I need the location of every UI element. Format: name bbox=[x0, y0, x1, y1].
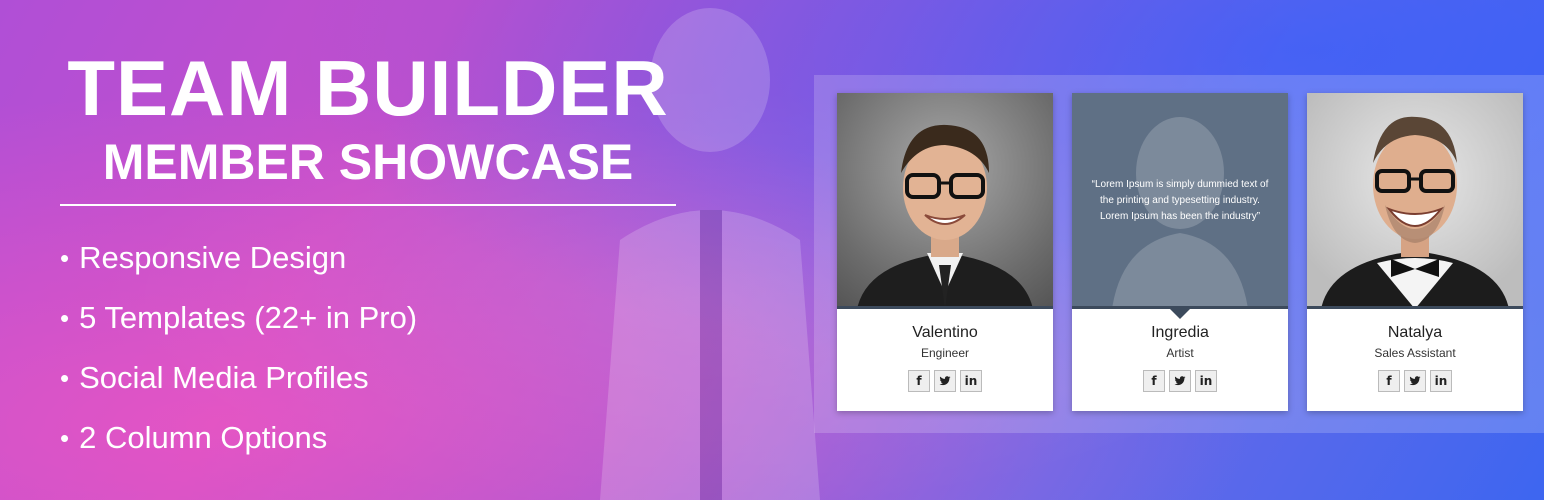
feature-text: Social Media Profiles bbox=[79, 360, 369, 395]
member-photo: “Lorem Ipsum is simply dummied text of t… bbox=[1072, 93, 1288, 309]
member-name: Ingredia bbox=[1151, 324, 1209, 341]
twitter-icon[interactable] bbox=[934, 370, 956, 392]
social-links: f in bbox=[1307, 370, 1523, 392]
feature-text: Responsive Design bbox=[79, 240, 347, 275]
feature-item: • Responsive Design bbox=[60, 228, 680, 288]
hero-divider bbox=[60, 204, 676, 206]
twitter-icon bbox=[1409, 376, 1421, 386]
twitter-icon bbox=[1174, 376, 1186, 386]
quote-pointer bbox=[1170, 309, 1190, 319]
bullet-icon: • bbox=[60, 423, 70, 453]
feature-item: • 5 Templates (22+ in Pro) bbox=[60, 288, 680, 348]
social-links: f in bbox=[837, 370, 1053, 392]
team-member-card: Valentino Engineer f in bbox=[837, 93, 1053, 411]
linkedin-icon[interactable]: in bbox=[1195, 370, 1217, 392]
member-role: Artist bbox=[1166, 346, 1194, 360]
feature-item: • Social Media Profiles bbox=[60, 348, 680, 408]
hero-section: TEAM BUILDER MEMBER SHOWCASE • Responsive… bbox=[60, 48, 680, 468]
bullet-icon: • bbox=[60, 243, 70, 273]
member-name: Valentino bbox=[912, 324, 978, 341]
team-member-card: Natalya Sales Assistant f in bbox=[1307, 93, 1523, 411]
member-portrait-illustration bbox=[857, 124, 1033, 306]
bullet-icon: • bbox=[60, 363, 70, 393]
linkedin-icon[interactable]: in bbox=[1430, 370, 1452, 392]
member-photo bbox=[837, 93, 1053, 309]
twitter-icon[interactable] bbox=[1169, 370, 1191, 392]
team-showcase-panel: Valentino Engineer f in “Lorem Ipsum is … bbox=[814, 75, 1544, 433]
team-member-card: “Lorem Ipsum is simply dummied text of t… bbox=[1072, 93, 1288, 411]
member-role: Engineer bbox=[920, 346, 970, 360]
bullet-icon: • bbox=[60, 303, 70, 333]
twitter-icon bbox=[939, 376, 951, 386]
facebook-icon[interactable]: f bbox=[1378, 370, 1400, 392]
twitter-icon[interactable] bbox=[1404, 370, 1426, 392]
feature-text: 5 Templates (22+ in Pro) bbox=[79, 300, 418, 335]
feature-text: 2 Column Options bbox=[79, 420, 328, 455]
member-role: Sales Assistant bbox=[1374, 346, 1456, 360]
social-links: f in bbox=[1072, 370, 1288, 392]
member-quote: “Lorem Ipsum is simply dummied text of t… bbox=[1091, 179, 1269, 222]
facebook-icon[interactable]: f bbox=[1143, 370, 1165, 392]
hero-title: TEAM BUILDER bbox=[67, 44, 669, 132]
linkedin-icon[interactable]: in bbox=[960, 370, 982, 392]
member-portrait-illustration bbox=[1321, 116, 1509, 306]
feature-list: • Responsive Design • 5 Templates (22+ in … bbox=[60, 228, 680, 468]
facebook-icon[interactable]: f bbox=[908, 370, 930, 392]
member-name: Natalya bbox=[1387, 324, 1443, 341]
member-photo bbox=[1307, 93, 1523, 309]
hero-subtitle: MEMBER SHOWCASE bbox=[102, 134, 634, 190]
feature-item: • 2 Column Options bbox=[60, 408, 680, 468]
